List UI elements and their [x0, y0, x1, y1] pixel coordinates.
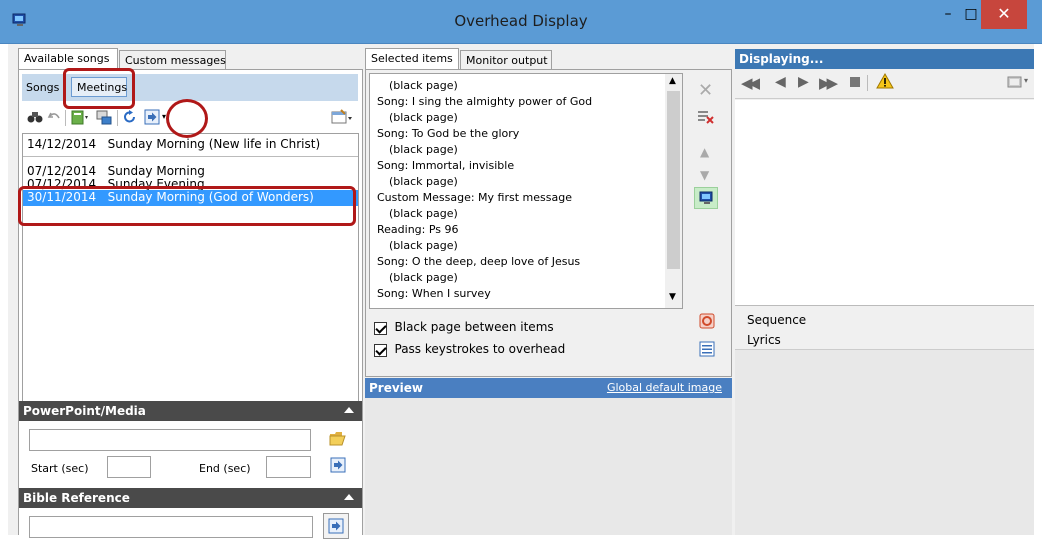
move-down-icon[interactable]: ▼: [700, 168, 709, 182]
tab-custom-messages[interactable]: Custom messages: [119, 50, 226, 70]
refresh-icon[interactable]: [123, 110, 137, 124]
first-icon[interactable]: ◀◀: [741, 74, 760, 92]
end-sec-input[interactable]: [266, 456, 311, 478]
right-panel: Displaying... ◀◀ ◀ ▶ ▶▶ ▾ Sequence Lyric…: [735, 47, 1034, 535]
global-default-image-link[interactable]: Global default image: [607, 378, 722, 398]
annotation-send-button: [166, 99, 208, 138]
print-meeting-icon[interactable]: [95, 109, 113, 125]
scroll-down-icon[interactable]: ▼: [669, 292, 676, 302]
media-path-input[interactable]: [29, 429, 311, 451]
subtab-songs[interactable]: Songs: [26, 81, 59, 94]
show-on-overhead-button[interactable]: [694, 187, 718, 209]
bible-reference-header[interactable]: Bible Reference: [19, 488, 362, 508]
monitor-select-icon[interactable]: [1007, 75, 1023, 89]
annotation-meetings: [63, 68, 135, 109]
powerpoint-media-header[interactable]: PowerPoint/Media: [19, 401, 362, 421]
stop-icon[interactable]: [850, 77, 860, 87]
properties-icon[interactable]: [331, 109, 353, 125]
record-icon[interactable]: [699, 313, 715, 329]
last-icon[interactable]: ▶▶: [819, 74, 838, 92]
selected-items-list: (black page) Song: I sing the almighty po…: [369, 73, 683, 309]
open-folder-icon[interactable]: [329, 430, 347, 446]
start-sec-input[interactable]: [107, 456, 151, 478]
selected-item[interactable]: Reading: Ps 96: [373, 222, 459, 238]
title-bar: Overhead Display – □ ✕: [0, 0, 1042, 44]
send-icon: [328, 518, 344, 534]
playback-toolbar: ◀◀ ◀ ▶ ▶▶ ▾: [735, 69, 1034, 99]
send-media-icon[interactable]: [330, 457, 346, 473]
tab-monitor-output[interactable]: Monitor output: [460, 50, 552, 70]
displaying-area: [735, 100, 1034, 305]
meetings-list: 14/12/2014 Sunday Morning (New life in C…: [22, 133, 359, 403]
preview-header: Preview Global default image: [365, 378, 732, 398]
remove-icon[interactable]: ✕: [698, 80, 713, 101]
black-page-checkbox[interactable]: [374, 321, 387, 335]
next-icon[interactable]: ▶: [798, 74, 809, 90]
move-up-icon[interactable]: ▲: [700, 145, 709, 159]
selected-item[interactable]: (black page): [385, 142, 458, 158]
selected-item[interactable]: Custom Message: My first message: [373, 190, 572, 206]
black-page-checkbox-row[interactable]: Black page between items: [374, 320, 554, 335]
selected-items-pane: (black page) Song: I sing the almighty po…: [365, 69, 732, 377]
end-label: End (sec): [199, 462, 251, 475]
tab-available-songs[interactable]: Available songs: [18, 48, 118, 70]
selected-item[interactable]: Song: When I survey: [373, 286, 491, 302]
dropdown-icon[interactable]: ▾: [1024, 76, 1028, 85]
undo-icon[interactable]: [47, 110, 61, 124]
selected-item[interactable]: (black page): [385, 174, 458, 190]
binoculars-icon[interactable]: [27, 110, 43, 124]
lyrics-area: [735, 349, 1034, 535]
selected-item[interactable]: Song: O the deep, deep love of Jesus: [373, 254, 580, 270]
sequence-label: Sequence: [747, 313, 807, 327]
pass-keystrokes-checkbox-row[interactable]: Pass keystrokes to overhead: [374, 342, 565, 357]
send-bible-button[interactable]: [323, 513, 349, 539]
selected-item[interactable]: (black page): [385, 270, 458, 286]
selected-item[interactable]: (black page): [385, 78, 458, 94]
selected-item[interactable]: (black page): [385, 206, 458, 222]
selected-item[interactable]: (black page): [385, 110, 458, 126]
available-songs-pane: Songs Meetings ▾ 14/12/2014 Sunday Morni…: [18, 69, 363, 539]
previous-icon[interactable]: ◀: [775, 74, 786, 90]
start-label: Start (sec): [31, 462, 89, 475]
selected-item[interactable]: Song: Immortal, invisible: [373, 158, 514, 174]
selected-item[interactable]: Song: I sing the almighty power of God: [373, 94, 592, 110]
window-title: Overhead Display: [454, 12, 588, 30]
scroll-up-icon[interactable]: ▲: [669, 76, 676, 86]
list-item[interactable]: 07/12/2014 Sunday Morning: [23, 164, 358, 179]
pass-keystrokes-checkbox[interactable]: [374, 343, 387, 357]
scrollbar-thumb[interactable]: [667, 91, 680, 269]
add-meeting-icon[interactable]: [71, 109, 89, 125]
displaying-header: Displaying...: [735, 49, 1034, 69]
pass-keystrokes-label: Pass keystrokes to overhead: [394, 342, 566, 356]
collapse-icon[interactable]: [344, 494, 354, 500]
list-item[interactable]: 14/12/2014 Sunday Morning (New life in C…: [23, 137, 358, 152]
preview-area: [365, 398, 732, 535]
middle-panel: Selected items Monitor output (black pag…: [365, 47, 732, 535]
annotation-selected-meeting: [18, 186, 356, 226]
lyrics-label: Lyrics: [747, 333, 781, 347]
close-button[interactable]: ✕: [981, 0, 1027, 29]
selected-item[interactable]: (black page): [385, 238, 458, 254]
black-page-label: Black page between items: [394, 320, 554, 334]
warning-icon[interactable]: [876, 73, 894, 89]
tab-selected-items[interactable]: Selected items: [365, 48, 459, 70]
vertical-scrollbar[interactable]: ▲ ▼: [665, 74, 682, 308]
list-icon[interactable]: [699, 341, 715, 357]
send-to-selected-icon[interactable]: [144, 109, 160, 125]
display-info-pane: Sequence Lyrics: [735, 306, 1034, 535]
selected-item[interactable]: Song: To God be the glory: [373, 126, 519, 142]
clear-list-icon[interactable]: [698, 110, 714, 124]
monitor-icon: [699, 191, 713, 204]
collapse-icon[interactable]: [344, 407, 354, 413]
